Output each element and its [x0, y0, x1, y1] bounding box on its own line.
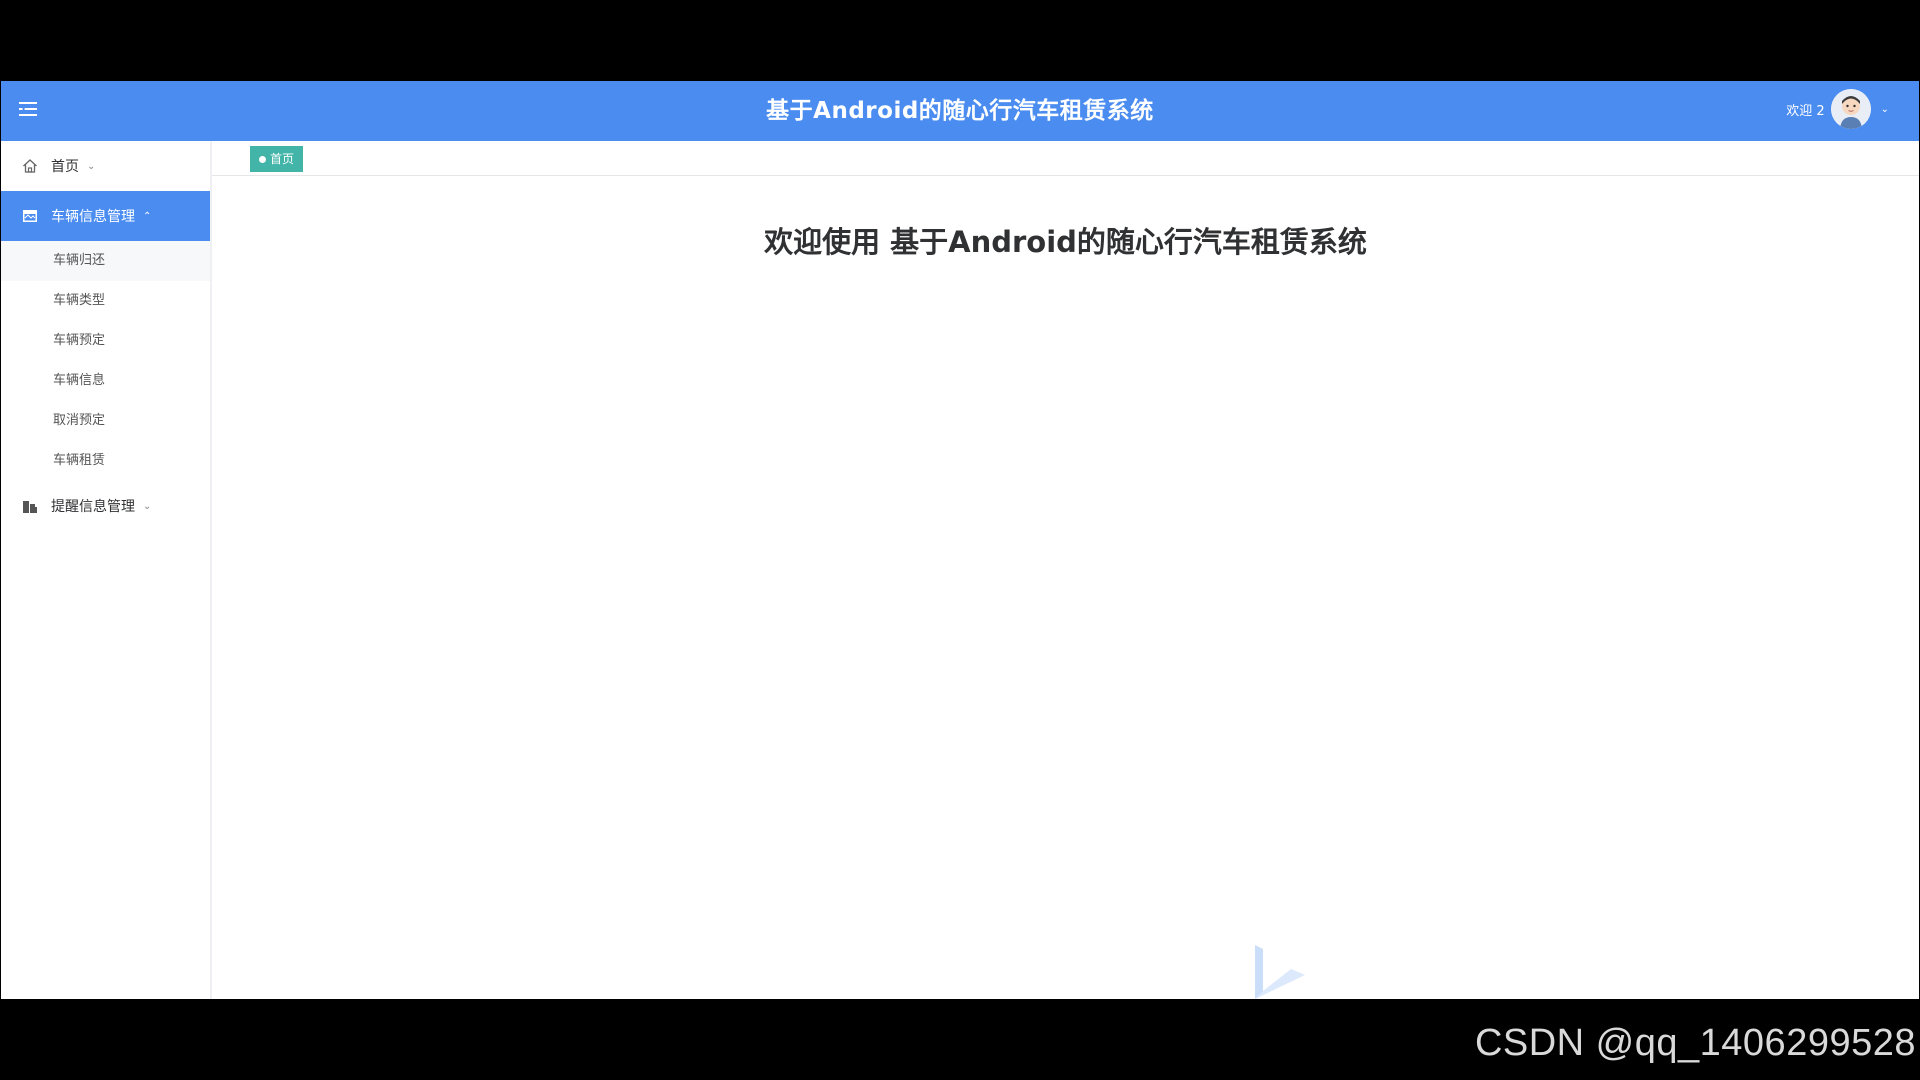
submenu-item-vehicle-type[interactable]: 车辆类型: [1, 281, 210, 321]
sidebar-item-label: 首页: [51, 159, 79, 175]
submenu-item-vehicle-info[interactable]: 车辆信息: [1, 361, 210, 401]
app-window: 基于Android的随心行汽车租赁系统 欢迎 2 ⌄ 首页 ⌄ 车辆信息管理 ⌃…: [1, 81, 1919, 999]
submenu-item-cancel-booking[interactable]: 取消预定: [1, 401, 210, 441]
tags-bar: 首页: [212, 141, 1919, 176]
building-icon: [21, 497, 39, 515]
sidebar: 首页 ⌄ 车辆信息管理 ⌃ 车辆归还 车辆类型 车辆预定 车辆信息 取消预定 车…: [1, 141, 212, 999]
chevron-down-icon: ⌄: [143, 500, 152, 512]
dot-icon: [259, 155, 266, 163]
submenu-item-vehicle-rental[interactable]: 车辆租赁: [1, 441, 210, 481]
sidebar-item-vehicle-info-management[interactable]: 车辆信息管理 ⌃: [1, 191, 210, 241]
sidebar-item-reminder-management[interactable]: 提醒信息管理 ⌄: [1, 481, 210, 531]
submenu-item-vehicle-booking[interactable]: 车辆预定: [1, 321, 210, 361]
welcome-text: 欢迎 2: [1786, 103, 1825, 119]
app-title: 基于Android的随心行汽车租赁系统: [766, 98, 1154, 124]
play-logo-icon: [1241, 939, 1311, 999]
chevron-up-icon: ⌃: [143, 210, 152, 222]
user-menu[interactable]: 欢迎 2 ⌄: [1786, 87, 1889, 131]
chevron-down-icon[interactable]: ⌄: [1881, 104, 1889, 115]
sidebar-item-label: 车辆信息管理: [51, 209, 135, 225]
chevron-down-icon: ⌄: [87, 160, 96, 172]
user-avatar[interactable]: [1830, 89, 1871, 129]
home-icon: [21, 157, 39, 175]
csdn-watermark: CSDN @qq_1406299528: [1474, 1022, 1916, 1064]
sidebar-item-home[interactable]: 首页 ⌄: [1, 141, 210, 191]
top-header: 基于Android的随心行汽车租赁系统 欢迎 2 ⌄: [1, 81, 1919, 141]
welcome-heading: 欢迎使用 基于Android的随心行汽车租赁系统: [764, 225, 1367, 259]
submenu-item-vehicle-return[interactable]: 车辆归还: [1, 241, 210, 281]
tag-home[interactable]: 首页: [250, 146, 304, 172]
tag-label: 首页: [270, 152, 295, 166]
main-content: 首页 欢迎使用 基于Android的随心行汽车租赁系统: [212, 141, 1919, 999]
sidebar-item-label: 提醒信息管理: [51, 499, 135, 515]
calendar-icon: [21, 207, 39, 225]
